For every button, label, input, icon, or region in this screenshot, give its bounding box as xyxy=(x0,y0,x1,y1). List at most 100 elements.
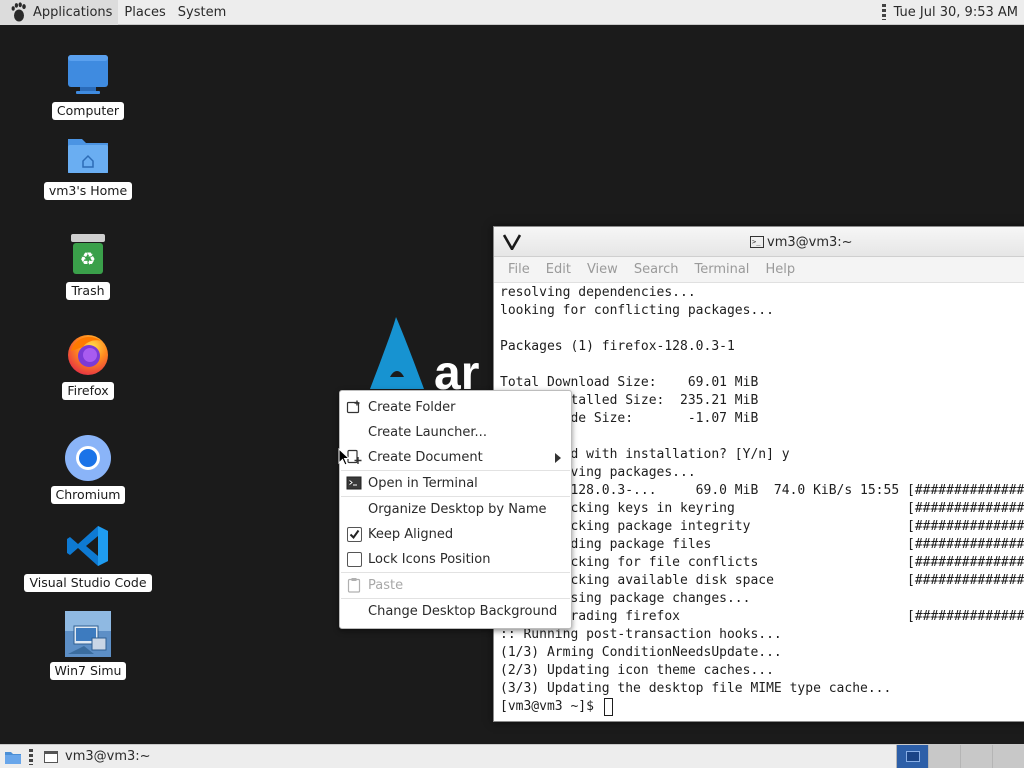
terminal-icon: >_ xyxy=(750,236,764,248)
terminal-line: (1/1) checking keys in keyring [########… xyxy=(500,501,1024,516)
win7-simu-icon xyxy=(64,610,112,658)
lock-icons-item[interactable]: Lock Icons Position xyxy=(340,547,571,572)
menu-view[interactable]: View xyxy=(579,262,626,277)
menu-file[interactable]: File xyxy=(500,262,538,277)
terminal-line: Net Upgrade Size: -1.07 MiB xyxy=(500,411,759,426)
open-in-terminal-label: Open in Terminal xyxy=(368,476,478,491)
terminal-line: resolving dependencies... xyxy=(500,285,696,300)
paste-item: Paste xyxy=(340,573,571,598)
desktop-icon-vscode[interactable]: Visual Studio Code xyxy=(13,522,163,592)
terminal-line: (1/1) upgrading firefox [############## xyxy=(500,609,1024,624)
clipboard-icon xyxy=(346,577,362,593)
taskbar-button-label: vm3@vm3:~ xyxy=(65,749,151,764)
desktop-icon-trash[interactable]: ♻ Trash xyxy=(13,230,163,300)
trash-icon: ♻ xyxy=(64,230,112,278)
terminal-line: Total Installed Size: 235.21 MiB xyxy=(500,393,759,408)
keep-aligned-checkbox[interactable] xyxy=(346,526,362,542)
create-document-item[interactable]: Create Document xyxy=(340,445,571,470)
taskbar-button-terminal[interactable]: vm3@vm3:~ xyxy=(38,746,157,768)
terminal-line: :: Processing package changes... xyxy=(500,591,751,606)
terminal-line: :: Retrieving packages... xyxy=(500,465,696,480)
workspace-3[interactable] xyxy=(960,745,992,768)
panel-handle-icon[interactable] xyxy=(29,748,33,765)
submenu-arrow-icon xyxy=(555,453,561,463)
create-folder-label: Create Folder xyxy=(368,400,456,415)
create-folder-item[interactable]: Create Folder xyxy=(340,395,571,420)
create-launcher-label: Create Launcher... xyxy=(368,425,487,440)
paste-label: Paste xyxy=(368,578,404,593)
lock-icons-checkbox[interactable] xyxy=(346,551,362,567)
terminal-menubar: File Edit View Search Terminal Help xyxy=(494,257,1024,283)
desktop-icon-label: Firefox xyxy=(62,382,114,400)
workspace-2[interactable] xyxy=(928,745,960,768)
terminal-titlebar[interactable]: >_ vm3@vm3:~ xyxy=(494,227,1024,257)
gnome-foot-icon xyxy=(11,2,26,22)
window-menu-icon[interactable] xyxy=(498,227,526,257)
terminal-title: >_ vm3@vm3:~ xyxy=(750,227,853,257)
terminal-prompt-line: [vm3@vm3 ~]$ xyxy=(500,698,1024,716)
terminal-line: Packages (1) firefox-128.0.3-1 xyxy=(500,339,735,354)
desktop-icon-label: Visual Studio Code xyxy=(24,574,152,592)
desktop-icon-computer[interactable]: Computer xyxy=(13,50,163,120)
desktop-icon-chromium[interactable]: Chromium xyxy=(13,434,163,504)
terminal-line: (3/3) Updating the desktop file MIME typ… xyxy=(500,681,892,696)
window-icon xyxy=(44,750,58,763)
mouse-cursor-icon xyxy=(338,448,350,466)
workspace-4[interactable] xyxy=(992,745,1024,768)
terminal-icon xyxy=(346,475,362,491)
panel-handle-icon[interactable] xyxy=(881,4,886,20)
firefox-icon xyxy=(64,330,112,378)
terminal-title-text: vm3@vm3:~ xyxy=(767,234,853,250)
show-desktop-button[interactable] xyxy=(2,746,24,768)
organize-desktop-item[interactable]: Organize Desktop by Name xyxy=(340,497,571,522)
applications-label: Applications xyxy=(33,4,113,20)
create-document-label: Create Document xyxy=(368,450,483,465)
terminal-line: :: Running post-transaction hooks... xyxy=(500,627,782,642)
chromium-icon xyxy=(64,434,112,482)
terminal-line: (1/1) checking package integrity [######… xyxy=(500,519,1024,534)
desktop-context-menu: Create Folder Create Launcher... Create … xyxy=(339,390,572,629)
terminal-window[interactable]: >_ vm3@vm3:~ File Edit View Search Termi… xyxy=(493,226,1024,722)
keep-aligned-checkbox-wrap xyxy=(346,526,362,542)
create-launcher-item[interactable]: Create Launcher... xyxy=(340,420,571,445)
new-folder-icon xyxy=(346,399,362,415)
menu-terminal[interactable]: Terminal xyxy=(686,262,757,277)
change-background-item[interactable]: Change Desktop Background xyxy=(340,599,571,624)
desktop-icon-win7-simu[interactable]: Win7 Simu xyxy=(13,610,163,680)
terminal-cursor xyxy=(603,698,613,716)
terminal-line: (1/1) checking available disk space [###… xyxy=(500,573,1024,588)
desktop-icon-label: Trash xyxy=(66,282,110,300)
places-menu[interactable]: Places xyxy=(118,0,171,25)
applications-menu[interactable]: Applications xyxy=(0,0,119,25)
checkmark-icon xyxy=(349,529,359,539)
keep-aligned-label: Keep Aligned xyxy=(368,527,454,542)
desktop-icon-label: Chromium xyxy=(50,486,126,504)
system-menu[interactable]: System xyxy=(172,0,232,25)
show-desktop-icon xyxy=(5,751,21,764)
terminal-line: (1/1) loading package files [###########… xyxy=(500,537,1024,552)
terminal-line: Total Download Size: 69.01 MiB xyxy=(500,375,759,390)
desktop-icon-home[interactable]: vm3's Home xyxy=(13,130,163,200)
terminal-line: :: Proceed with installation? [Y/n] y xyxy=(500,447,790,462)
menu-help[interactable]: Help xyxy=(757,262,803,277)
menu-edit[interactable]: Edit xyxy=(538,262,579,277)
open-in-terminal-item[interactable]: Open in Terminal xyxy=(340,471,571,496)
desktop-icon-label: Win7 Simu xyxy=(49,662,127,680)
desktop-icon-firefox[interactable]: Firefox xyxy=(13,330,163,400)
terminal-line: firefox-128.0.3-... 69.0 MiB 74.0 KiB/s … xyxy=(500,483,1024,498)
terminal-line: (1/1) checking for file conflicts [#####… xyxy=(500,555,1024,570)
terminal-output[interactable]: resolving dependencies... looking for con… xyxy=(494,283,1024,721)
terminal-line: looking for conflicting packages... xyxy=(500,303,774,318)
menu-search[interactable]: Search xyxy=(626,262,687,277)
terminal-prompt: [vm3@vm3 ~]$ xyxy=(500,699,602,714)
clock[interactable]: Tue Jul 30, 9:53 AM xyxy=(894,5,1018,20)
desktop-icon-label: Computer xyxy=(51,102,125,120)
svg-text:♻: ♻ xyxy=(80,249,96,270)
bottom-panel: vm3@vm3:~ xyxy=(0,744,1024,768)
clock-area: Tue Jul 30, 9:53 AM xyxy=(881,0,1024,25)
keep-aligned-item[interactable]: Keep Aligned xyxy=(340,522,571,547)
workspace-1[interactable] xyxy=(896,745,928,768)
